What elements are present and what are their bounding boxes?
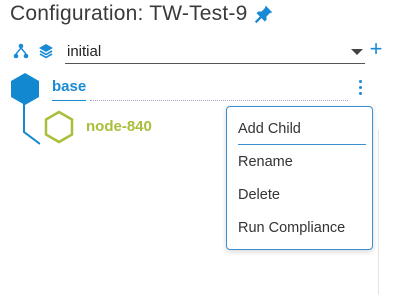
chevron-down-icon [351,48,363,55]
plus-icon[interactable]: + [366,38,386,62]
pin-icon[interactable] [253,3,275,25]
hexagon-outline-icon[interactable] [42,110,76,144]
version-select[interactable]: initial [65,40,365,64]
version-toolbar: initial + [12,38,392,66]
layers-icon[interactable] [37,42,55,60]
page-title: Configuration: TW-Test-9 [10,2,248,25]
menu-item-delete[interactable]: Delete [238,187,280,203]
hexagon-icon[interactable] [8,72,42,106]
tree-node-child-label[interactable]: node-840 [86,118,152,135]
version-select-value: initial [67,43,102,60]
tree-node-base-label[interactable]: base [52,78,86,95]
hierarchy-icon[interactable] [12,42,30,60]
header: Configuration: TW-Test-9 [10,0,275,28]
menu-item-run-compliance[interactable]: Run Compliance [238,220,345,236]
menu-item-add-child[interactable]: Add Child [238,121,301,137]
more-vertical-icon[interactable] [352,76,368,98]
menu-item-rename[interactable]: Rename [238,154,293,170]
panel-divider [378,130,398,295]
context-menu: Add Child Rename Delete Run Compliance [226,106,373,250]
tree-node-divider [90,100,348,101]
tree-connector [23,104,40,145]
menu-selection-underline [238,144,366,145]
tree-node-underline [52,100,86,101]
